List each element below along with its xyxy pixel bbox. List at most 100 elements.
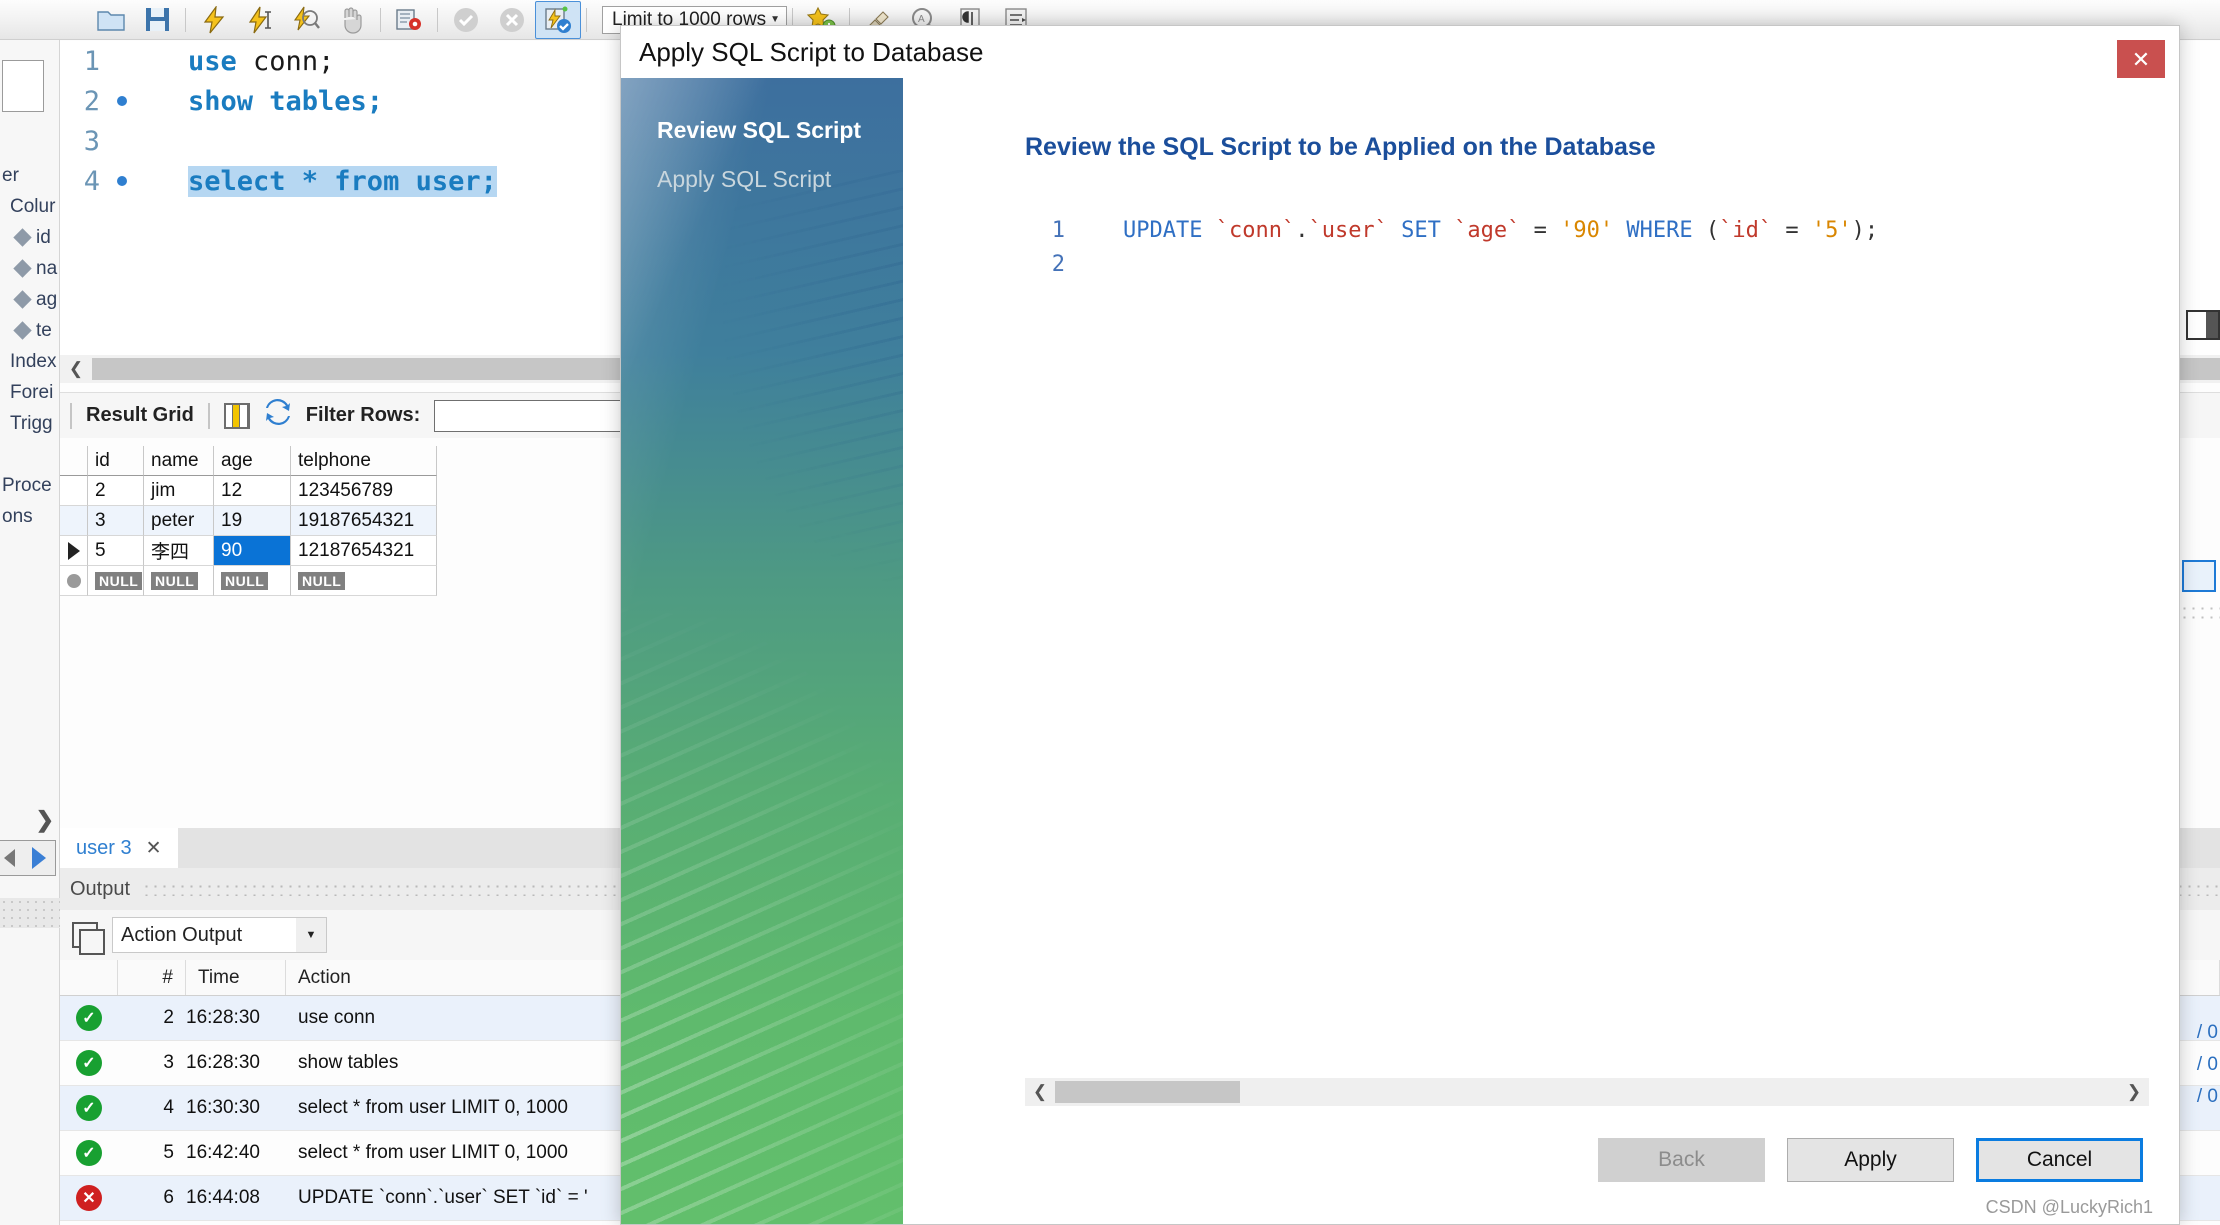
result-tab-label: user 3 <box>76 836 132 859</box>
grid-cell-age[interactable]: NULL <box>214 566 291 596</box>
right-panel-active-tab[interactable] <box>2182 560 2216 592</box>
table-row[interactable]: 3 peter 19 19187654321 <box>60 506 440 536</box>
scroll-left-icon[interactable]: ❮ <box>60 359 92 379</box>
error-icon: ✕ <box>76 1185 102 1211</box>
rollback-icon[interactable] <box>489 2 535 38</box>
result-tab-user-3[interactable]: user 3 ✕ <box>60 828 178 868</box>
script-horizontal-scrollbar[interactable]: ❮ ❯ <box>1025 1078 2149 1106</box>
statement-dot-icon <box>117 176 127 186</box>
grid-cell-age[interactable]: 19 <box>214 506 291 536</box>
grid-cell-name[interactable]: jim <box>144 476 214 506</box>
close-icon[interactable]: ✕ <box>146 837 162 860</box>
previous-icon[interactable] <box>3 849 15 867</box>
code-token: = <box>1520 217 1561 243</box>
next-icon[interactable] <box>32 847 47 869</box>
schema-tree-item[interactable]: ons <box>0 501 60 532</box>
code-token: . <box>1295 217 1309 243</box>
schema-tree-item[interactable]: ag <box>0 284 60 315</box>
grid-cell-name[interactable]: 李四 <box>144 536 214 566</box>
cancel-button[interactable]: Cancel <box>1976 1138 2143 1182</box>
output-panel-title: Output <box>70 877 131 900</box>
schema-tree-item[interactable]: te <box>0 315 60 346</box>
result-grid-label: Result Grid <box>86 404 194 426</box>
save-icon[interactable] <box>134 2 180 38</box>
toggle-breakpoint-icon[interactable] <box>386 2 432 38</box>
column-icon <box>13 259 32 278</box>
execute-icon[interactable] <box>191 2 237 38</box>
column-header-telphone[interactable]: telphone <box>291 446 437 476</box>
action-time: 16:30:30 <box>186 1097 260 1118</box>
output-type-select[interactable]: Action Output ▼ <box>112 917 327 953</box>
row-marker-cell[interactable] <box>60 506 88 536</box>
schema-tree-item[interactable]: na <box>0 253 60 284</box>
schema-tree-item[interactable] <box>0 439 60 470</box>
schema-tree-item-label: ag <box>36 288 58 310</box>
apply-button[interactable]: Apply <box>1787 1138 1954 1182</box>
auto-commit-icon[interactable] <box>535 0 581 39</box>
action-time: 16:28:30 <box>186 1007 260 1028</box>
scroll-right-icon[interactable]: ❯ <box>2119 1082 2149 1102</box>
execute-current-icon[interactable] <box>237 2 283 38</box>
schema-tree-item[interactable]: Proce <box>0 470 60 501</box>
expand-panel-icon[interactable]: ❯ <box>0 800 60 840</box>
copy-icon[interactable] <box>72 922 105 955</box>
column-header-age[interactable]: age <box>214 446 291 476</box>
grid-cell-age[interactable]: 12 <box>214 476 291 506</box>
table-row[interactable]: 2 jim 12 123456789 <box>60 476 440 506</box>
action-time: 16:42:40 <box>186 1142 260 1163</box>
right-panel-grip[interactable] <box>2180 604 2220 624</box>
grid-cell-telphone[interactable]: 19187654321 <box>291 506 437 536</box>
code-token: '5' <box>1811 217 1852 243</box>
row-marker-cell[interactable] <box>60 536 88 566</box>
table-row[interactable]: NULL NULL NULL NULL <box>60 566 440 596</box>
grid-cell-id[interactable]: NULL <box>88 566 144 596</box>
schema-tree-item[interactable]: Index <box>0 346 60 377</box>
grid-cell-name[interactable]: NULL <box>144 566 214 596</box>
code-token: WHERE <box>1613 217 1706 243</box>
right-panel-scrollbar[interactable] <box>2186 310 2220 340</box>
script-line: 2 <box>1025 247 2149 281</box>
dialog-button-bar: Back Apply Cancel <box>1598 1138 2143 1182</box>
panel-resize-grip[interactable] <box>0 898 60 928</box>
column-header-name[interactable]: name <box>144 446 214 476</box>
refresh-icon[interactable] <box>264 399 292 432</box>
result-grid[interactable]: id name age telphone 2 jim 12 123456789 3 peter 19… <box>60 446 440 596</box>
schema-tree-item[interactable]: Forei <box>0 377 60 408</box>
schema-tree-item-label: Proce <box>2 474 52 496</box>
schema-tree-item[interactable]: id <box>0 222 60 253</box>
grid-cell-telphone[interactable]: 123456789 <box>291 476 437 506</box>
commit-icon[interactable] <box>443 2 489 38</box>
close-icon[interactable]: ✕ <box>2117 40 2165 80</box>
chevron-down-icon[interactable]: ▼ <box>296 918 326 952</box>
grid-cell-name[interactable]: peter <box>144 506 214 536</box>
grid-cell-telphone[interactable]: 12187654321 <box>291 536 437 566</box>
column-header-status <box>60 960 118 995</box>
schema-tree-item[interactable]: Colur <box>0 191 60 222</box>
row-marker-cell[interactable] <box>60 476 88 506</box>
filter-rows-label: Filter Rows: <box>305 404 421 426</box>
grid-cell-age[interactable]: 90 <box>214 536 291 566</box>
stop-icon[interactable] <box>329 2 375 38</box>
back-button[interactable]: Back <box>1598 1138 1765 1182</box>
navigator-search-box[interactable] <box>2 60 44 112</box>
scroll-left-icon[interactable]: ❮ <box>1025 1082 1055 1102</box>
grid-cell-id[interactable]: 5 <box>88 536 144 566</box>
grid-cell-id[interactable]: 2 <box>88 476 144 506</box>
table-row[interactable]: 5 李四 90 12187654321 <box>60 536 440 566</box>
grid-cell-telphone[interactable]: NULL <box>291 566 437 596</box>
explain-icon[interactable] <box>283 2 329 38</box>
sql-script-preview[interactable]: 1 UPDATE `conn`.`user` SET `age` = '90' W… <box>1025 213 2149 1064</box>
schema-tree-item[interactable]: Trigg <box>0 408 60 439</box>
open-folder-icon[interactable] <box>88 2 134 38</box>
row-marker-cell[interactable] <box>60 566 88 596</box>
column-header-id[interactable]: id <box>88 446 144 476</box>
schema-tree-item-label: Trigg <box>10 412 53 434</box>
navigator-mode-buttons[interactable] <box>0 840 56 876</box>
script-line-number: 2 <box>1051 251 1065 277</box>
toolbar-separator <box>586 7 587 32</box>
grid-cell-id[interactable]: 3 <box>88 506 144 536</box>
schema-tree-item[interactable]: er <box>0 160 60 191</box>
grid-view-icon[interactable] <box>223 402 250 429</box>
scrollbar-thumb[interactable] <box>1055 1081 1240 1103</box>
schema-tree: er Colur id na ag te Index Forei Trigg Proce ons <box>0 160 60 532</box>
